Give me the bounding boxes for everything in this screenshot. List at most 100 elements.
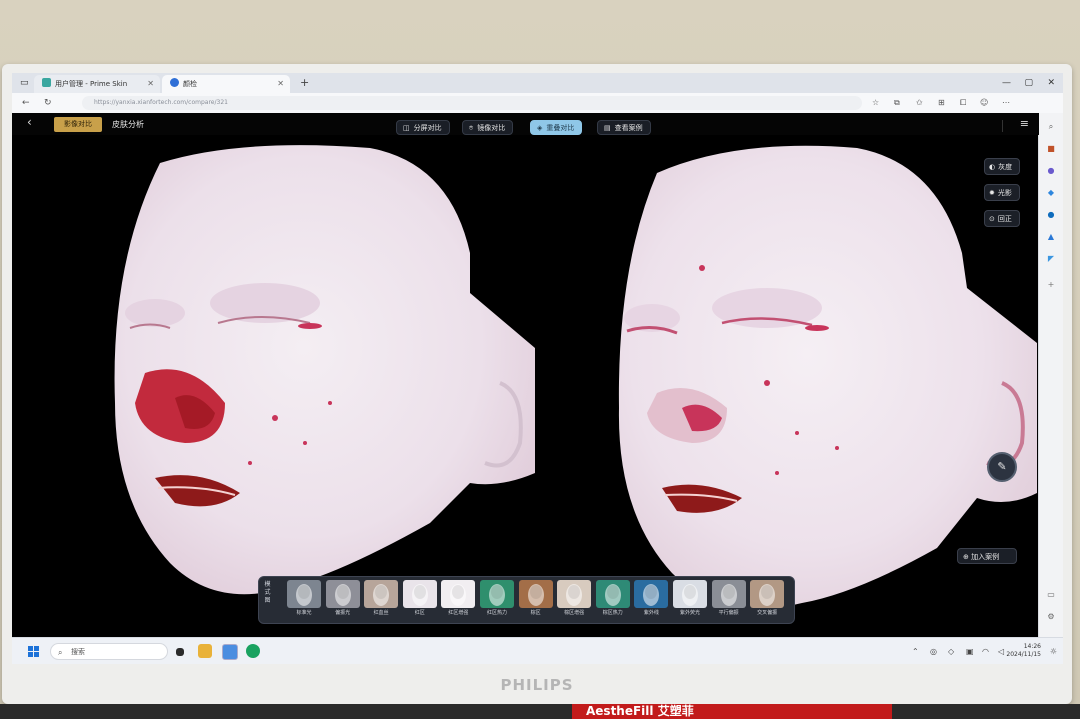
notes-button[interactable]: ✎ xyxy=(987,452,1017,482)
browser-tab-bar: 用户管理 - Prime Skin ✕ 颜检 ✕ + ▭ — ▢ ✕ xyxy=(12,73,1063,93)
browser-tab-analysis[interactable]: 颜检 ✕ xyxy=(162,75,290,93)
mode-thumbnail[interactable]: 平行偏振 xyxy=(711,580,746,617)
tab-label: 颜检 xyxy=(183,80,197,88)
mode-thumbnail[interactable]: 棕区热力 xyxy=(595,580,630,617)
thumbnail-image xyxy=(480,580,514,608)
thumbnail-label: 平行偏振 xyxy=(718,610,739,616)
tab-favicon-icon xyxy=(170,78,179,87)
mode-thumbnail[interactable]: 紫外线 xyxy=(634,580,669,617)
browser-tab-user-management[interactable]: 用户管理 - Prime Skin ✕ xyxy=(34,75,160,93)
clock-time: 14:26 xyxy=(1023,643,1041,650)
maximize-icon[interactable]: ▢ xyxy=(1024,73,1033,93)
thumbnail-image xyxy=(711,580,746,608)
search-icon[interactable]: ⌕ xyxy=(1045,121,1057,133)
profile-icon[interactable]: ☺ xyxy=(980,93,988,113)
overlay-compare-button[interactable]: ◈ 重叠对比 xyxy=(530,120,583,135)
add-to-case-button[interactable]: ⊕ 加入案例 xyxy=(957,548,1017,564)
image-compare-button[interactable]: 影像对比 xyxy=(54,117,102,132)
contrast-icon: ◐ xyxy=(989,163,996,171)
thumbnail-image xyxy=(287,580,321,608)
tray-chevron-icon[interactable]: ⌃ xyxy=(912,638,919,664)
games-icon[interactable]: ◆ xyxy=(1045,187,1057,199)
collections-icon[interactable]: ⊞ xyxy=(938,93,945,113)
menu-icon[interactable]: ≡ xyxy=(1020,117,1029,130)
mode-thumbnail[interactable]: 紫外荧光 xyxy=(673,580,707,617)
face-image-before xyxy=(114,145,535,595)
outlook-icon[interactable]: ● xyxy=(1045,209,1057,221)
mode-thumbnail-strip: 模式图 标准光 偏振光 红血丝 红区 红区增强 红区热力 棕区 棕区增强 棕区热力 紫外线 紫外荧光… xyxy=(258,576,795,624)
app-pinned-icon[interactable] xyxy=(222,644,238,660)
note-icon: ✎ xyxy=(997,460,1007,473)
tab-close-icon[interactable]: ✕ xyxy=(277,75,284,93)
grayscale-button[interactable]: ◐ 灰度 xyxy=(984,158,1020,175)
shopping-icon[interactable]: ■ xyxy=(1045,143,1057,155)
edge-browser-icon[interactable] xyxy=(246,644,260,658)
pin-icon: ⌾ xyxy=(469,124,474,132)
thumbnail-label: 红区 xyxy=(414,610,425,616)
notification-icon[interactable]: ☼ xyxy=(1050,638,1057,664)
settings-gear-icon[interactable]: ⚙ xyxy=(1045,611,1057,623)
extensions-icon[interactable]: ⧠ xyxy=(960,93,966,113)
thumbnail-label: 偏振光 xyxy=(335,610,351,616)
wifi-icon[interactable]: ◠ xyxy=(982,638,989,664)
refresh-icon[interactable]: ↻ xyxy=(44,93,52,113)
taskbar-search-box[interactable]: ⌕ 搜索 xyxy=(50,643,168,660)
screen: 用户管理 - Prime Skin ✕ 颜检 ✕ + ▭ — ▢ ✕ ← ↻ h… xyxy=(12,73,1063,664)
close-window-icon[interactable]: ✕ xyxy=(1047,73,1055,93)
face-image-after xyxy=(618,145,1037,609)
skin-analysis-link[interactable]: 皮肤分析 xyxy=(112,117,144,132)
star-icon[interactable]: ☆ xyxy=(872,93,879,113)
tray-app-icon[interactable]: ◎ xyxy=(930,638,937,664)
case-icon: ▤ xyxy=(604,124,611,132)
file-explorer-icon[interactable] xyxy=(198,644,212,658)
tab-close-icon[interactable]: ✕ xyxy=(147,75,154,93)
thumbnail-label: 红血丝 xyxy=(373,610,389,616)
mirror-compare-button[interactable]: ⌾ 镜像对比 xyxy=(462,120,514,135)
thumbnail-image xyxy=(673,580,707,608)
new-tab-button[interactable]: + xyxy=(300,73,309,93)
thumbnail-label: 标准光 xyxy=(296,610,312,616)
thumbnail-label: 棕区 xyxy=(530,610,541,616)
mode-thumbnail[interactable]: 红区增强 xyxy=(441,580,476,617)
mode-thumbnail[interactable]: 红血丝 xyxy=(364,580,399,617)
office-icon[interactable]: ▲ xyxy=(1045,231,1057,243)
tray-app2-icon[interactable]: ◇ xyxy=(948,638,954,664)
url-field[interactable]: https://yanxia.xianfortech.com/compare/3… xyxy=(82,96,862,110)
mode-thumbnail[interactable]: 红区热力 xyxy=(480,580,514,617)
split-screen-icon[interactable]: ⧉ xyxy=(894,93,900,113)
mode-thumbnail[interactable]: 红区 xyxy=(402,580,437,617)
minimize-icon[interactable]: — xyxy=(1002,73,1011,93)
tray-app3-icon[interactable]: ▣ xyxy=(966,638,974,664)
mode-thumbnail[interactable]: 标准光 xyxy=(287,580,321,617)
send-icon[interactable]: ◤ xyxy=(1045,253,1057,265)
screen-icon[interactable]: ▭ xyxy=(1045,589,1057,601)
thumbnail-image xyxy=(402,580,437,608)
task-view-icon[interactable] xyxy=(176,648,184,656)
more-icon[interactable]: ⋯ xyxy=(1002,93,1010,113)
thumbnail-image xyxy=(325,580,360,608)
reset-icon: ⊙ xyxy=(989,215,995,223)
mode-thumbnail[interactable]: 棕区 xyxy=(518,580,553,617)
mode-thumbnail[interactable]: 棕区增强 xyxy=(557,580,592,617)
taskbar-clock[interactable]: 14:26 2024/11/15 xyxy=(1006,643,1041,659)
favorites-icon[interactable]: ✩ xyxy=(916,93,923,113)
back-arrow-icon[interactable]: ← xyxy=(22,93,30,113)
mode-thumbnail[interactable]: 偏振光 xyxy=(325,580,360,617)
reset-orientation-button[interactable]: ⊙ 回正 xyxy=(984,210,1020,227)
tab-actions-icon[interactable]: ▭ xyxy=(20,73,29,93)
people-icon[interactable]: ● xyxy=(1045,165,1057,177)
light-shadow-button[interactable]: ✹ 光影 xyxy=(984,184,1020,201)
chevron-left-icon[interactable]: ‹ xyxy=(27,115,32,129)
thumbnail-label: 红区增强 xyxy=(448,610,469,616)
volume-icon[interactable]: ◁ xyxy=(998,638,1004,664)
overlay-icon: ◈ xyxy=(537,124,543,132)
split-compare-button[interactable]: ◫ 分屏对比 xyxy=(396,120,450,135)
thumbnail-image xyxy=(634,580,669,608)
view-case-button[interactable]: ▤ 查看案例 xyxy=(597,120,651,135)
desk-product-label: AestheFill 艾塑菲 xyxy=(572,704,892,719)
windows-start-icon[interactable] xyxy=(28,646,39,657)
thumbnail-label: 红区热力 xyxy=(486,610,507,616)
app-header: ‹ 影像对比 皮肤分析 ◫ 分屏对比 ⌾ 镜像对比 ◈ 重叠对比 ▤ 查看案例 ≡ xyxy=(12,113,1039,135)
mode-thumbnail[interactable]: 交叉偏振 xyxy=(750,580,785,617)
add-icon[interactable]: + xyxy=(1045,279,1057,291)
